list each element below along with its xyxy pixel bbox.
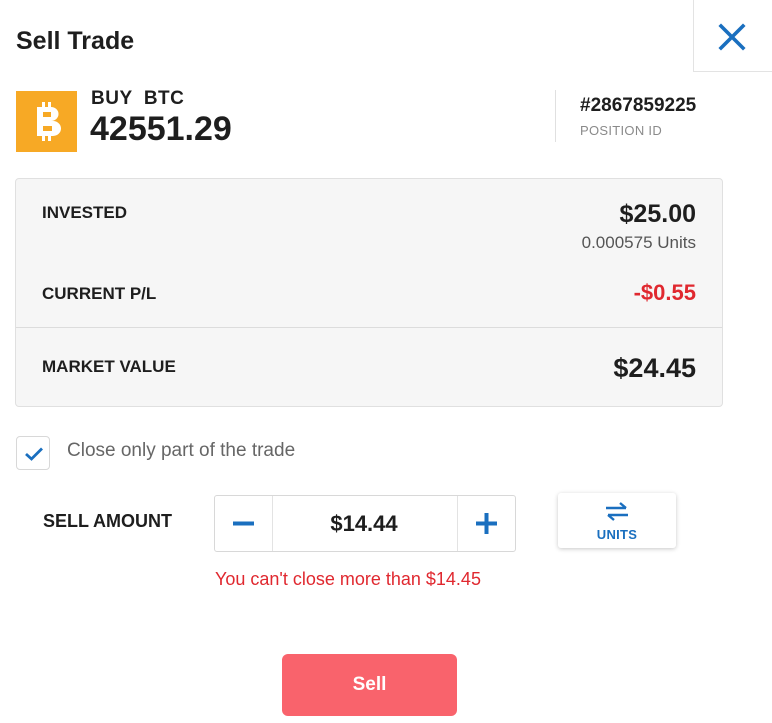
bitcoin-logo — [16, 91, 77, 152]
sell-amount-stepper — [214, 495, 516, 552]
trade-direction-symbol: BUY BTC — [91, 88, 185, 109]
invested-value: $25.00 — [619, 200, 696, 228]
trade-summary-panel: INVESTED $25.00 0.000575 Units CURRENT P… — [15, 178, 723, 407]
current-pl-label: CURRENT P/L — [42, 284, 157, 303]
partial-close-label[interactable]: Close only part of the trade — [67, 440, 295, 462]
market-value: $24.45 — [613, 353, 696, 383]
minus-icon — [233, 521, 254, 526]
increase-amount-button[interactable] — [457, 496, 515, 551]
amount-error-message: You can't close more than $14.45 — [215, 569, 481, 589]
sell-amount-label: SELL AMOUNT — [43, 511, 172, 531]
invested-units: 0.000575 Units — [581, 233, 696, 252]
close-icon — [718, 23, 746, 51]
sell-amount-input[interactable] — [273, 496, 455, 551]
swap-arrows-icon — [606, 502, 628, 521]
invested-label: INVESTED — [42, 203, 128, 222]
plus-icon — [476, 513, 497, 534]
page-title: Sell Trade — [16, 27, 135, 55]
position-id: #2867859225 — [580, 95, 697, 116]
current-pl-value: -$0.55 — [633, 280, 696, 305]
decrease-amount-button[interactable] — [215, 496, 273, 551]
current-rate: 42551.29 — [90, 110, 232, 148]
sell-button[interactable]: Sell — [282, 654, 457, 716]
divider — [555, 90, 556, 142]
position-id-label: POSITION ID — [580, 123, 663, 138]
summary-divider — [16, 327, 722, 328]
toggle-units-button[interactable]: UNITS — [558, 493, 676, 548]
market-value-label: MARKET VALUE — [42, 357, 176, 376]
partial-close-checkbox[interactable] — [16, 436, 50, 470]
checkmark-icon — [25, 447, 43, 461]
units-toggle-label: UNITS — [596, 527, 638, 542]
close-button[interactable] — [693, 0, 772, 72]
bitcoin-icon — [37, 102, 61, 141]
